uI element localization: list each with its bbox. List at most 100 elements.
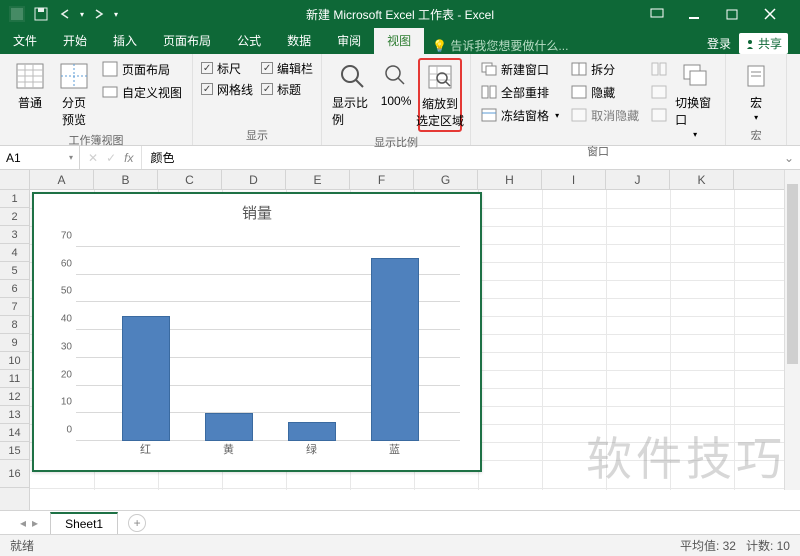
hide-button[interactable]: 隐藏 — [569, 81, 641, 103]
column-header[interactable]: E — [286, 170, 350, 189]
column-header[interactable]: F — [350, 170, 414, 189]
y-tick: 60 — [46, 258, 72, 269]
row-header[interactable]: 9 — [0, 334, 29, 352]
enter-formula-icon[interactable]: ✓ — [106, 151, 116, 165]
share-button[interactable]: 共享 — [739, 33, 788, 54]
column-header[interactable]: K — [670, 170, 734, 189]
freeze-panes-button[interactable]: 冻结窗格▾ — [479, 104, 561, 126]
unhide-button[interactable]: 取消隐藏 — [569, 104, 641, 126]
row-header[interactable]: 1 — [0, 190, 29, 208]
window-title: 新建 Microsoft Excel 工作表 - Excel — [306, 6, 494, 23]
split-button[interactable]: 拆分 — [569, 58, 641, 80]
macros-button[interactable]: 宏 ▾ — [734, 58, 778, 124]
row-header[interactable]: 4 — [0, 244, 29, 262]
normal-view-button[interactable]: 普通 — [8, 58, 52, 113]
minimize-icon[interactable] — [688, 8, 708, 20]
maximize-icon[interactable] — [726, 8, 746, 20]
cancel-formula-icon[interactable]: ✕ — [88, 151, 98, 165]
chart-plot-area[interactable]: 010203040506070红黄绿蓝 — [76, 227, 460, 457]
column-header[interactable]: J — [606, 170, 670, 189]
chevron-down-icon[interactable]: ▾ — [69, 153, 73, 162]
reset-position-button[interactable] — [649, 104, 669, 126]
expand-formula-bar-icon[interactable]: ⌄ — [778, 151, 800, 165]
sync-scroll-button[interactable] — [649, 81, 669, 103]
chart-object[interactable]: 销量 010203040506070红黄绿蓝 — [32, 192, 482, 472]
tab-data[interactable]: 数据 — [274, 27, 324, 54]
sheet-nav-next-icon[interactable]: ▸ — [32, 516, 38, 530]
tell-me[interactable]: 💡 告诉我您想要做什么... — [432, 37, 568, 54]
tab-page-layout[interactable]: 页面布局 — [150, 27, 224, 54]
row-header[interactable]: 5 — [0, 262, 29, 280]
save-icon[interactable] — [32, 5, 50, 23]
new-window-button[interactable]: 新建窗口 — [479, 58, 561, 80]
row-header[interactable]: 15 — [0, 442, 29, 460]
chart-bar[interactable] — [205, 413, 253, 441]
arrange-all-button[interactable]: 全部重排 — [479, 81, 561, 103]
tab-view[interactable]: 视图 — [374, 27, 424, 54]
sheet-tab-sheet1[interactable]: Sheet1 — [50, 512, 118, 534]
column-header[interactable]: I — [542, 170, 606, 189]
column-header[interactable]: H — [478, 170, 542, 189]
tab-review[interactable]: 审阅 — [324, 27, 374, 54]
row-header[interactable]: 8 — [0, 316, 29, 334]
close-icon[interactable] — [764, 8, 784, 20]
row-header[interactable]: 3 — [0, 226, 29, 244]
fx-icon[interactable]: fx — [124, 151, 133, 165]
page-layout-button[interactable]: 页面布局 — [100, 58, 184, 80]
row-header[interactable]: 10 — [0, 352, 29, 370]
sheet-nav-prev-icon[interactable]: ◂ — [20, 516, 26, 530]
formula-bar-checkbox[interactable]: ✓编辑栏 — [261, 58, 313, 78]
row-header[interactable]: 16 — [0, 460, 29, 488]
tell-me-text: 告诉我您想要做什么... — [450, 39, 568, 53]
row-header[interactable]: 6 — [0, 280, 29, 298]
name-box[interactable]: A1▾ — [0, 146, 80, 169]
ruler-checkbox[interactable]: ✓标尺 — [201, 58, 253, 78]
pagebreak-view-label: 分页 预览 — [62, 94, 86, 128]
column-header[interactable]: B — [94, 170, 158, 189]
undo-dropdown-icon[interactable]: ▾ — [80, 10, 84, 19]
undo-icon[interactable] — [56, 5, 74, 23]
row-header[interactable]: 11 — [0, 370, 29, 388]
switch-windows-button[interactable]: 切换窗口 ▾ — [673, 58, 717, 141]
zoom-100-button[interactable]: 100% — [374, 58, 418, 110]
column-header[interactable]: C — [158, 170, 222, 189]
vertical-scrollbar-thumb[interactable] — [787, 184, 798, 364]
formula-input[interactable]: 颜色 — [142, 149, 777, 166]
add-sheet-button[interactable]: + — [128, 514, 146, 532]
y-tick: 40 — [46, 314, 72, 325]
column-header[interactable]: G — [414, 170, 478, 189]
tab-file[interactable]: 文件 — [0, 27, 50, 54]
macros-group-label: 宏 — [734, 125, 778, 143]
row-header[interactable]: 12 — [0, 388, 29, 406]
chart-bar[interactable] — [288, 422, 336, 441]
column-header[interactable]: D — [222, 170, 286, 189]
row-header[interactable]: 13 — [0, 406, 29, 424]
pagebreak-view-button[interactable]: 分页 预览 — [52, 58, 96, 130]
row-header[interactable]: 2 — [0, 208, 29, 226]
chart-title[interactable]: 销量 — [34, 194, 480, 227]
row-header[interactable]: 7 — [0, 298, 29, 316]
select-all-corner[interactable] — [0, 170, 30, 190]
zoom-to-selection-button[interactable]: 缩放到 选定区域 — [418, 58, 462, 132]
column-header[interactable]: A — [30, 170, 94, 189]
gridlines-checkbox[interactable]: ✓网格线 — [201, 79, 253, 99]
row-header[interactable]: 14 — [0, 424, 29, 442]
zoom-button[interactable]: 显示比例 — [330, 58, 374, 130]
ribbon-options-icon[interactable] — [650, 8, 670, 20]
tab-insert[interactable]: 插入 — [100, 27, 150, 54]
custom-view-button[interactable]: 自定义视图 — [100, 81, 184, 103]
qat-customize-icon[interactable]: ▾ — [114, 10, 118, 19]
redo-icon[interactable] — [90, 5, 108, 23]
chart-bar[interactable] — [122, 316, 170, 441]
custom-view-label: 自定义视图 — [122, 84, 182, 101]
headings-checkbox[interactable]: ✓标题 — [261, 79, 313, 99]
status-count: 计数: 10 — [746, 537, 790, 554]
tab-home[interactable]: 开始 — [50, 27, 100, 54]
page-layout-label: 页面布局 — [122, 61, 170, 78]
view-side-by-side-button[interactable] — [649, 58, 669, 80]
tab-formulas[interactable]: 公式 — [224, 27, 274, 54]
chart-bar[interactable] — [371, 258, 419, 441]
vertical-scrollbar[interactable] — [784, 170, 800, 490]
zoom-icon — [336, 60, 368, 92]
login-link[interactable]: 登录 — [707, 35, 731, 52]
